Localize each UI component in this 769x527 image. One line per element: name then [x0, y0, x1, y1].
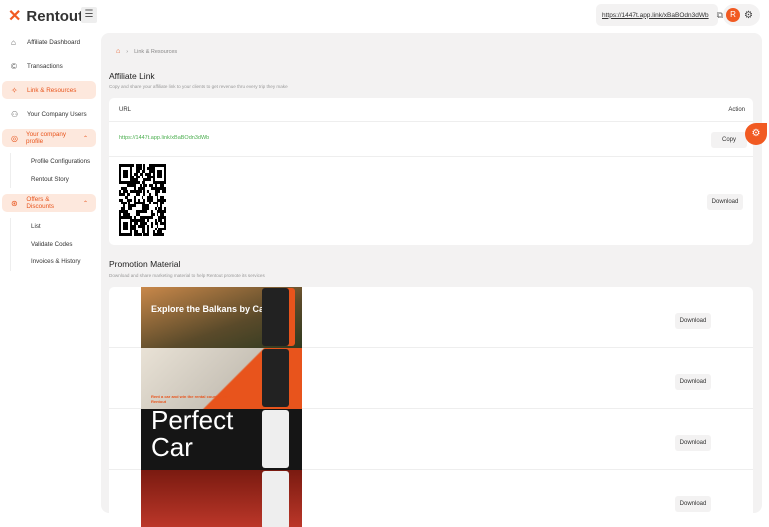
chevron-right-icon: › [126, 48, 129, 55]
sidebar-subitem-rentout-story[interactable]: Rentout Story [10, 170, 100, 188]
chevron-up-icon: ⌃ [82, 135, 88, 142]
download-button[interactable]: Download [675, 313, 711, 329]
breadcrumb: ⌂ › Link & Resources [116, 48, 177, 55]
promotion-material-description: Download and share marketing material to… [109, 273, 265, 278]
promotion-caption: Perfect Car [151, 409, 234, 462]
sidebar-item-transactions[interactable]: © Transactions [2, 57, 96, 75]
floating-settings-button[interactable]: ⚙ [745, 123, 767, 145]
sidebar-item-link-resources[interactable]: ✧ Link & Resources [2, 81, 96, 99]
menu-toggle-button[interactable]: ☰ [81, 7, 97, 23]
logo-icon: ✕ [8, 8, 22, 25]
promotion-item: Download [109, 470, 753, 527]
app-logo[interactable]: ✕ Rentout [8, 6, 83, 26]
phone-mockup [262, 288, 289, 346]
app-name: Rentout [26, 7, 84, 25]
column-action: Action [728, 106, 745, 113]
affiliate-link-description: Copy and share your affiliate link to yo… [109, 84, 288, 89]
download-button[interactable]: Download [675, 496, 711, 512]
sidebar-item-affiliate-dashboard[interactable]: ⌂ Affiliate Dashboard [2, 33, 96, 51]
sidebar-item-label: Your Company Users [27, 110, 87, 118]
download-qr-button[interactable]: Download [707, 194, 743, 210]
home-icon[interactable]: ⌂ [116, 48, 120, 55]
home-icon: ⌂ [11, 37, 16, 47]
promotion-item: Explore the Balkans by Car Download [109, 287, 753, 348]
download-button[interactable]: Download [675, 374, 711, 390]
discount-icon: ⊛ [11, 198, 18, 208]
breadcrumb-current: Link & Resources [134, 48, 178, 55]
copy-button[interactable]: Copy [711, 132, 747, 148]
sidebar-subitem-invoices-history[interactable]: Invoices & History [10, 253, 100, 271]
phone-mockup [262, 349, 289, 407]
promotion-caption: Rent a car and win the rental counter wi… [151, 394, 231, 404]
sidebar-item-label: Offers & Discounts [26, 196, 55, 210]
top-link-text[interactable]: https://1447t.app.link/xBaBOdn3dWb [602, 12, 709, 19]
promotion-image [141, 470, 302, 527]
url-row: https://1447t.app.link/xBaBOdn3dWb Copy [109, 122, 753, 157]
sidebar-item-label: Affiliate Dashboard [27, 38, 81, 46]
currency-icon: © [11, 61, 17, 71]
users-icon: ⚇ [11, 109, 19, 119]
sidebar-subitem-profile-configurations[interactable]: Profile Configurations [10, 153, 100, 171]
top-actions: R ⚙ [723, 4, 760, 26]
affiliate-url[interactable]: https://1447t.app.link/xBaBOdn3dWb [119, 135, 209, 141]
table-header: URL Action [109, 98, 753, 122]
sidebar-item-company-profile[interactable]: ◎ Your company profile ⌃ [2, 129, 96, 147]
sidebar-subitem-validate-codes[interactable]: Validate Codes [10, 235, 100, 253]
column-url: URL [119, 106, 132, 113]
main-panel: ⌂ › Link & Resources Affiliate Link Copy a… [101, 33, 762, 527]
sidebar-item-label: Link & Resources [27, 86, 77, 94]
sidebar-item-offers-discounts[interactable]: ⊛ Offers & Discounts ⌃ [2, 194, 96, 212]
download-button[interactable]: Download [675, 435, 711, 451]
avatar[interactable]: R [726, 8, 740, 22]
promotion-material-title: Promotion Material [109, 259, 181, 269]
sidebar-item-label: Your company profile [25, 131, 67, 145]
phone-mockup [262, 471, 289, 527]
phone-mockup [262, 410, 289, 468]
promotion-item: Perfect Car Download [109, 409, 753, 470]
affiliate-link-title: Affiliate Link [109, 71, 155, 81]
sidebar-item-company-users[interactable]: ⚇ Your Company Users [2, 105, 96, 123]
promotion-item: Rent a car and win the rental counter wi… [109, 348, 753, 409]
sidebar: ⌂ Affiliate Dashboard © Transactions ✧ Link… [0, 33, 100, 271]
qr-code [119, 164, 166, 237]
promotion-image: Explore the Balkans by Car [141, 287, 302, 348]
promotion-caption: Explore the Balkans by Car [151, 304, 268, 314]
sidebar-item-label: Transactions [27, 62, 63, 70]
affiliate-link-card: URL Action https://1447t.app.link/xBaBOdn… [109, 98, 753, 245]
gear-icon[interactable]: ⚙ [744, 10, 753, 21]
profile-icon: ◎ [11, 133, 18, 143]
chevron-up-icon: ⌃ [82, 200, 88, 207]
top-affiliate-link[interactable]: https://1447t.app.link/xBaBOdn3dWb ⧉ [596, 4, 723, 26]
promotion-list: Explore the Balkans by Car Download Rent… [109, 287, 753, 527]
sidebar-subitem-list[interactable]: List [10, 218, 100, 236]
sparkle-icon: ✧ [11, 85, 18, 95]
qr-module [164, 233, 166, 237]
promotion-image: Rent a car and win the rental counter wi… [141, 348, 302, 409]
promotion-image: Perfect Car [141, 409, 302, 470]
